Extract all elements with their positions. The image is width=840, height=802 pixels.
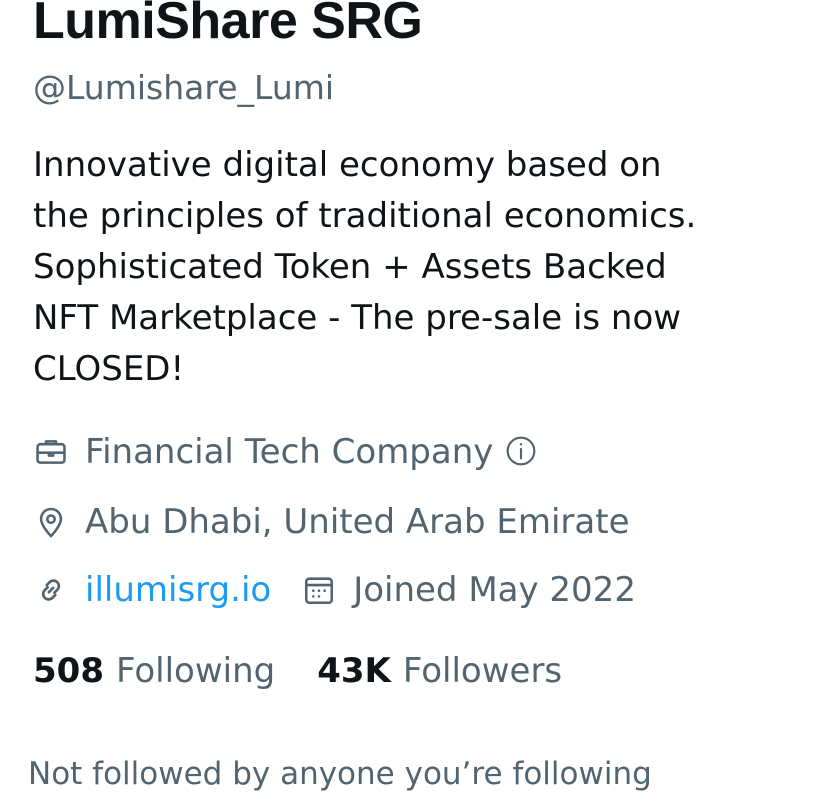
website-link[interactable]: illumisrg.io xyxy=(85,570,271,610)
following-label: Following xyxy=(115,651,276,691)
profile-header: LumiShare SRG @Lumishare_Lumi Innovative… xyxy=(0,0,840,802)
followers-link[interactable]: 43K Followers xyxy=(317,651,562,691)
profile-bio: Innovative digital economy based on the … xyxy=(33,140,823,395)
following-link[interactable]: 508 Following xyxy=(33,651,275,691)
display-name: LumiShare SRG xyxy=(33,0,423,50)
profile-handle: @Lumishare_Lumi xyxy=(33,68,335,107)
bio-line: NFT Marketplace - The pre-sale is now xyxy=(33,298,682,338)
bio-line: CLOSED! xyxy=(33,349,185,389)
bio-line: Sophisticated Token + Assets Backed xyxy=(33,247,667,287)
bio-line: the principles of traditional economics. xyxy=(33,196,697,236)
bio-line: Innovative digital economy based on xyxy=(33,145,662,185)
joined-date: Joined May 2022 xyxy=(353,570,636,610)
following-count: 508 xyxy=(33,651,104,691)
link-icon xyxy=(33,572,69,608)
joined-date-group: Joined May 2022 xyxy=(301,570,636,610)
profile-website-joined-row: illumisrg.io Joined May 2022 xyxy=(33,566,636,614)
profile-location-row: Abu Dhabi, United Arab Emirate xyxy=(33,498,630,546)
briefcase-icon xyxy=(33,434,69,470)
followers-count: 43K xyxy=(317,651,391,691)
calendar-icon xyxy=(301,572,337,608)
profile-location: Abu Dhabi, United Arab Emirate xyxy=(85,502,630,542)
profile-category: Financial Tech Company xyxy=(85,432,494,472)
follow-stats: 508 Following 43K Followers xyxy=(33,646,604,696)
profile-category-row: Financial Tech Company xyxy=(33,428,539,476)
followers-label: Followers xyxy=(402,651,563,691)
location-pin-icon xyxy=(33,504,69,540)
info-icon[interactable] xyxy=(505,435,539,469)
followed-by-note: Not followed by anyone you’re following xyxy=(28,756,652,792)
